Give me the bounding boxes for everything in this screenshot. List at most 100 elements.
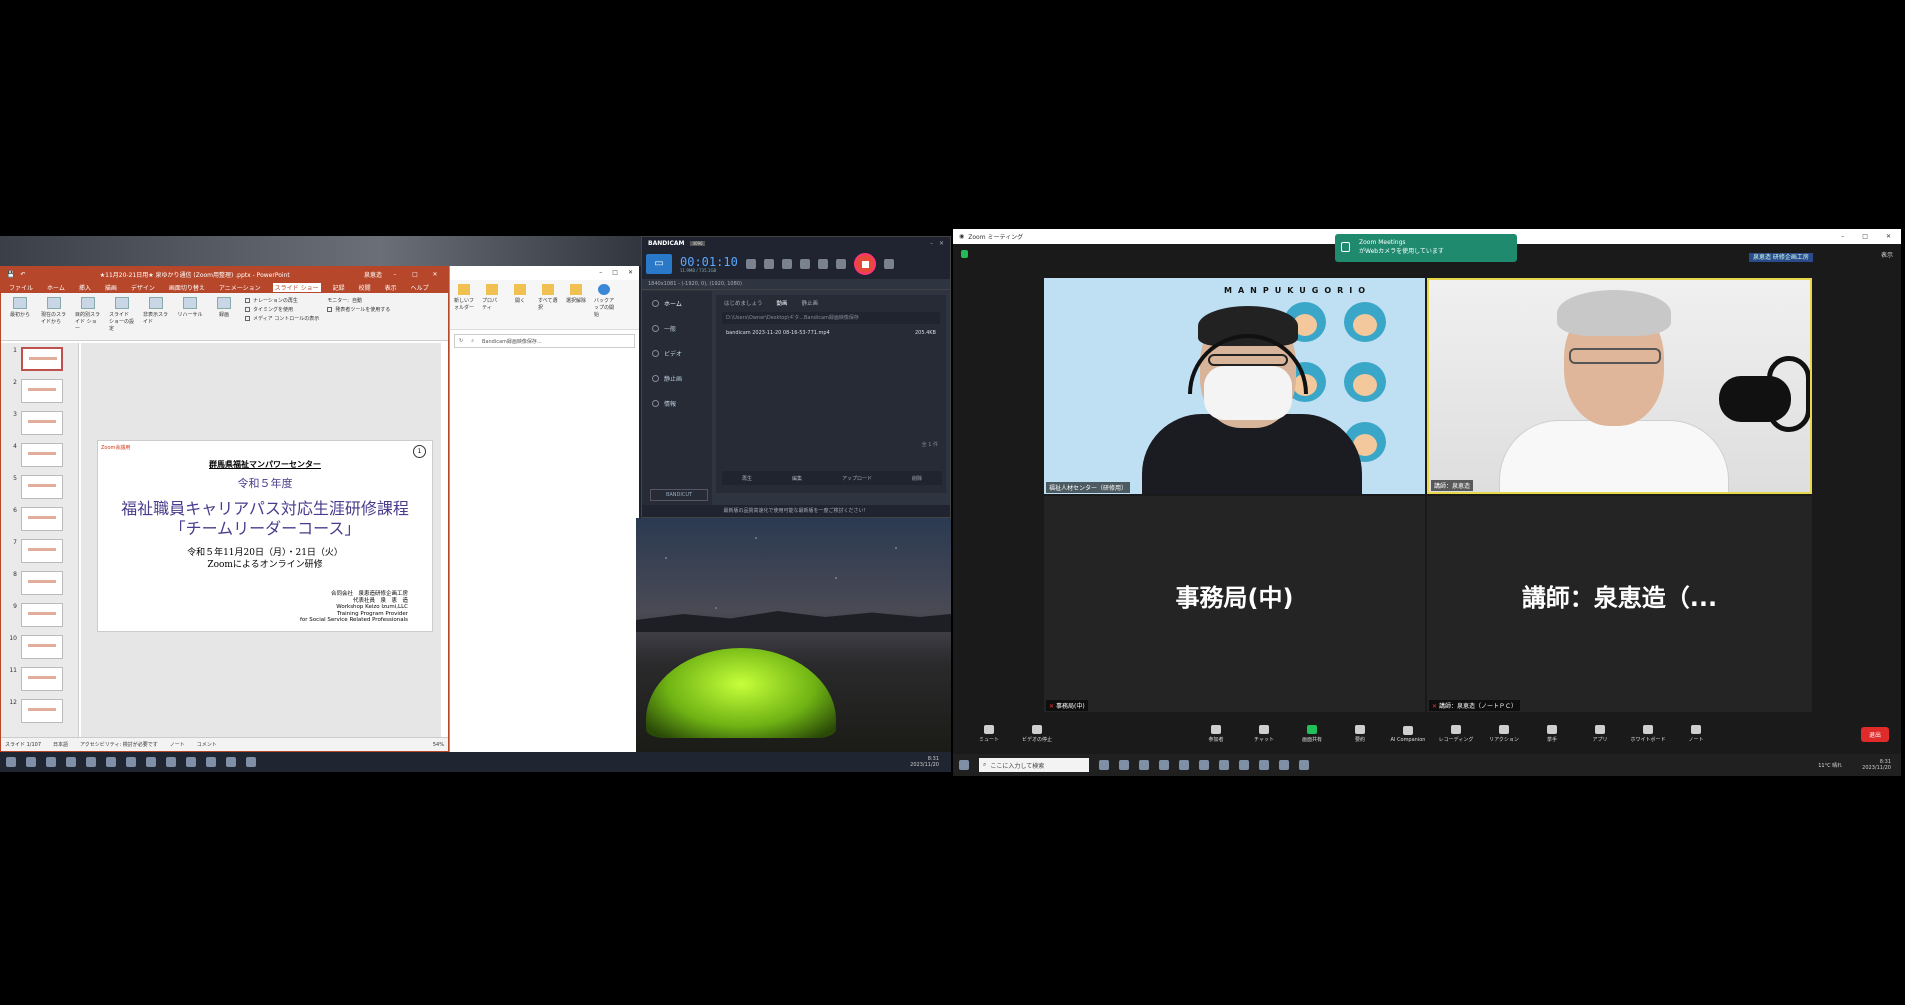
weather-widget[interactable]: 11°C 晴れ xyxy=(1818,762,1842,769)
task-view-icon[interactable] xyxy=(1099,760,1109,770)
minimize-icon[interactable]: – xyxy=(599,269,602,277)
slide-thumb[interactable]: 8 xyxy=(5,571,75,597)
language[interactable]: 日本語 xyxy=(53,741,68,748)
recorded-file-row[interactable]: bandicam 2023-11-20 08-16-53-771.mp4 205… xyxy=(722,330,940,341)
skype-icon[interactable] xyxy=(1199,760,1209,770)
slide-thumb[interactable]: 6 xyxy=(5,507,75,533)
tab-file[interactable]: ファイル xyxy=(7,283,35,292)
chat-button[interactable]: チャット xyxy=(1240,725,1288,743)
skype-icon[interactable] xyxy=(146,757,156,767)
nav-video[interactable]: ビデオ xyxy=(642,341,712,366)
tab-video[interactable]: 動画 xyxy=(777,299,788,307)
start-icon[interactable] xyxy=(6,757,16,767)
cursor-icon[interactable] xyxy=(799,259,810,269)
speaker-icon[interactable] xyxy=(763,259,774,269)
refresh-icon[interactable]: ↻ xyxy=(459,338,463,344)
nav-info[interactable]: 情報 xyxy=(642,391,712,416)
properties-button[interactable]: プロパティ xyxy=(482,284,502,325)
browser-icon[interactable] xyxy=(126,757,136,767)
right-clock[interactable]: 8:31 2023/11/20 xyxy=(1862,759,1891,771)
microphone-icon[interactable] xyxy=(781,259,792,269)
summary-button[interactable]: 要約 xyxy=(1336,725,1384,743)
new-folder-button[interactable]: 新しいフォルダー xyxy=(454,284,474,325)
slide-thumb[interactable]: 2 xyxy=(5,379,75,405)
select-none-button[interactable]: 選択解除 xyxy=(566,284,586,325)
app-icon[interactable] xyxy=(66,757,76,767)
notes-button[interactable]: ノート xyxy=(1672,725,1720,743)
minimize-icon[interactable]: – xyxy=(1841,233,1844,240)
slide-thumb[interactable]: 5 xyxy=(5,475,75,501)
from-current-button[interactable]: 現在のスライドから xyxy=(41,297,67,336)
video-tile-lecturer-laptop[interactable]: 講師：泉恵造（... ✕ 講師：泉恵造（ノートＰＣ） xyxy=(1427,496,1812,712)
record-button[interactable]: 録画 xyxy=(211,297,237,336)
zoom-icon[interactable] xyxy=(186,757,196,767)
zoom-icon[interactable] xyxy=(1239,760,1249,770)
upload-button[interactable]: アップロード xyxy=(842,475,872,482)
from-start-button[interactable]: 最初から xyxy=(7,297,33,336)
tab-help[interactable]: ヘルプ xyxy=(409,283,431,292)
edit-button[interactable]: 編集 xyxy=(792,475,802,482)
timing-checkbox[interactable]: タイミングを使用 xyxy=(245,306,319,313)
tab-animations[interactable]: アニメーション xyxy=(217,283,263,292)
rehearse-button[interactable]: リハーサル xyxy=(177,297,203,336)
accessibility-status[interactable]: アクセシビリティ: 検討が必要です xyxy=(80,741,158,748)
tab-record[interactable]: 記録 xyxy=(331,283,347,292)
app-icon[interactable] xyxy=(1279,760,1289,770)
firefox-icon[interactable] xyxy=(1179,760,1189,770)
app-icon[interactable] xyxy=(1119,760,1129,770)
stop-video-button[interactable]: ビデオの停止 xyxy=(1013,725,1061,743)
view-button[interactable]: 表示 xyxy=(1881,250,1893,259)
slide-thumb[interactable]: 10 xyxy=(5,635,75,661)
tab-slideshow[interactable]: スライド ショー xyxy=(272,282,321,292)
edge-icon[interactable] xyxy=(166,757,176,767)
folder-icon[interactable] xyxy=(1139,760,1149,770)
notes-toggle[interactable]: ノート xyxy=(170,741,185,748)
current-slide[interactable]: Zoom会議用 1 群馬県福祉マンパワーセンター 令和５年度 福祉職員キャリアパ… xyxy=(97,440,433,632)
bandicam-footer[interactable]: 最新版の品質高速化で使用可能な最新版を一度ご検討ください！ xyxy=(642,505,950,517)
search-icon[interactable] xyxy=(26,757,36,767)
custom-show-button[interactable]: 目的別スライド ショー xyxy=(75,297,101,336)
apps-button[interactable]: アプリ xyxy=(1576,725,1624,743)
maximize-icon[interactable]: □ xyxy=(612,269,618,277)
webcam-notification[interactable]: Zoom Meetings がWebカメラを使用しています xyxy=(1335,234,1517,262)
tab-home[interactable]: ホーム xyxy=(45,283,67,292)
undo-icon[interactable]: ↶ xyxy=(20,271,25,278)
webcam-icon[interactable] xyxy=(745,259,756,269)
hide-slide-button[interactable]: 非表示スライド xyxy=(143,297,169,336)
media-checkbox[interactable]: メディア コントロールの表示 xyxy=(245,315,319,322)
video-tile-lecturer[interactable]: 講師：泉恵造 xyxy=(1427,278,1812,494)
comments-toggle[interactable]: コメント xyxy=(197,741,217,748)
task-view-icon[interactable] xyxy=(46,757,56,767)
edge-icon[interactable] xyxy=(1219,760,1229,770)
share-screen-button[interactable]: 画面共有 xyxy=(1288,725,1336,743)
recording-button[interactable]: レコーディング xyxy=(1432,725,1480,743)
backup-button[interactable]: バックアップの開始 xyxy=(594,284,614,325)
tab-getting-started[interactable]: はじめましょう xyxy=(724,299,763,307)
play-button[interactable]: 再生 xyxy=(742,475,752,482)
start-icon[interactable] xyxy=(959,760,969,770)
mute-button[interactable]: ミュート xyxy=(965,725,1013,743)
close-icon[interactable]: ✕ xyxy=(428,271,442,278)
monitor-select[interactable]: モニター: 自動 xyxy=(327,297,390,304)
open-button[interactable]: 開く xyxy=(510,284,530,325)
ppt-user[interactable]: 泉恵造 xyxy=(364,270,382,279)
app-icon[interactable] xyxy=(206,757,216,767)
maximize-icon[interactable]: □ xyxy=(1862,233,1868,240)
powerpoint-icon[interactable] xyxy=(1299,760,1309,770)
save-icon[interactable]: 💾 xyxy=(7,271,14,278)
bandicut-button[interactable]: BANDICUT xyxy=(650,489,708,501)
browser-icon[interactable] xyxy=(106,757,116,767)
close-icon[interactable]: ✕ xyxy=(628,269,633,277)
close-icon[interactable]: ✕ xyxy=(1886,233,1891,240)
presenter-view-checkbox[interactable]: 発表者ツールを使用する xyxy=(327,306,390,313)
reactions-button[interactable]: リアクション xyxy=(1480,725,1528,743)
stop-record-button[interactable] xyxy=(853,253,876,275)
nav-general[interactable]: 一般 xyxy=(642,316,712,341)
nav-image[interactable]: 静止画 xyxy=(642,366,712,391)
text-icon[interactable] xyxy=(817,259,828,269)
tab-design[interactable]: デザイン xyxy=(129,283,157,292)
slide-thumb[interactable]: 3 xyxy=(5,411,75,437)
leave-button[interactable]: 退出 xyxy=(1861,726,1890,742)
nav-home[interactable]: ホーム xyxy=(642,291,712,316)
slide-thumb[interactable]: 11 xyxy=(5,667,75,693)
